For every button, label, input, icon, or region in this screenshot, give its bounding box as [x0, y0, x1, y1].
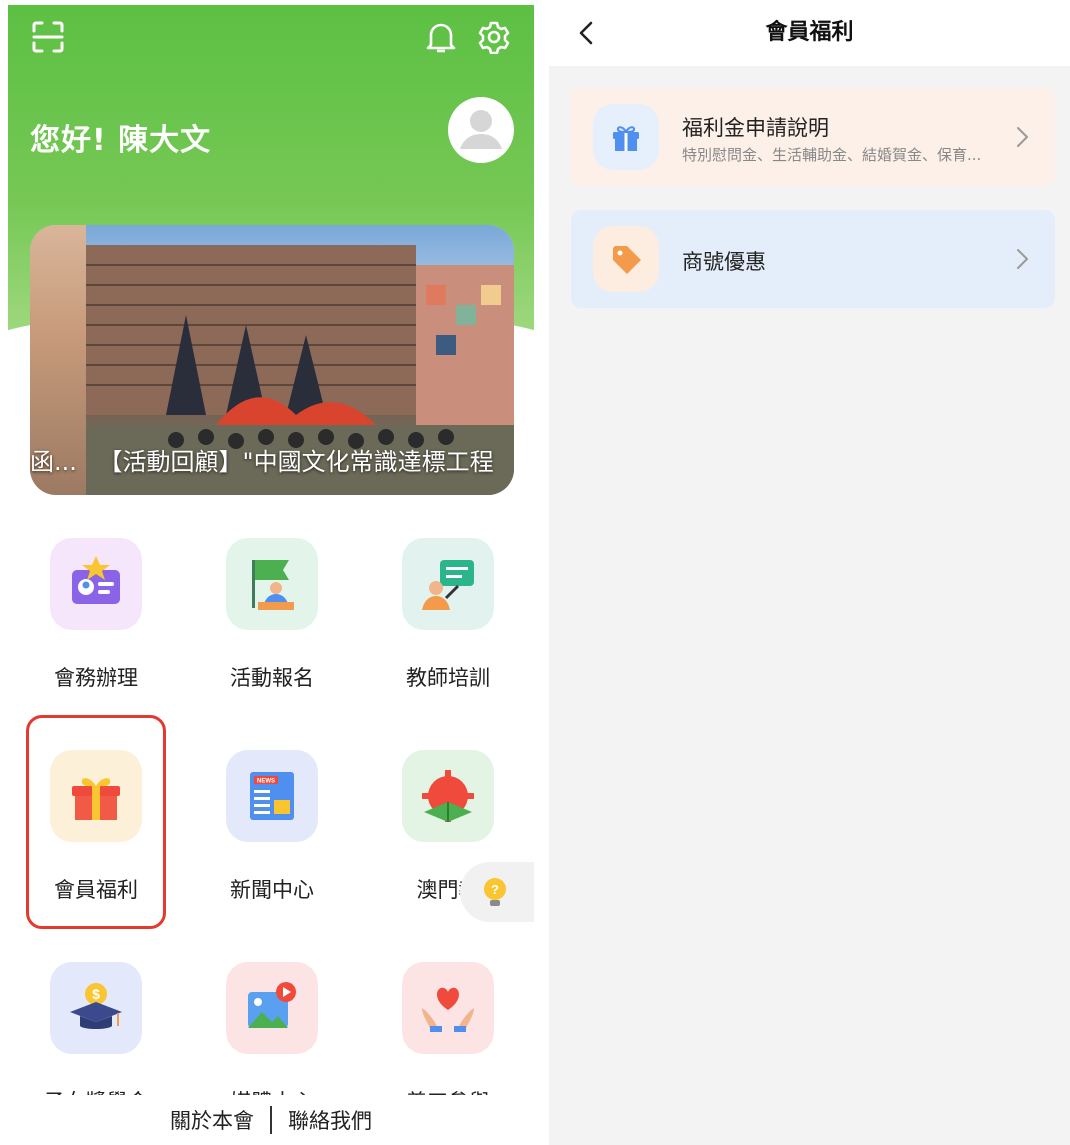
user-avatar-icon: [460, 110, 502, 149]
highlight-box: [26, 715, 166, 929]
help-tip-button[interactable]: ?: [460, 862, 534, 922]
scan-icon[interactable]: [28, 17, 68, 57]
grid-item-label: 教師培訓: [406, 666, 490, 690]
banner-carousel[interactable]: 函... 【活動回顧】"中國文化常識達標工程: [30, 225, 514, 495]
contact-link[interactable]: 聯絡我們: [288, 1105, 372, 1135]
banner-caption-prev: 函...: [30, 448, 77, 476]
settings-gear-icon[interactable]: [474, 17, 514, 57]
svg-text:$: $: [92, 986, 100, 1002]
book-gear-icon: [402, 750, 494, 842]
bell-icon[interactable]: [421, 17, 461, 57]
benefit-card-title: 商號優惠: [682, 250, 766, 274]
banner-caption: 函... 【活動回顧】"中國文化常識達標工程: [30, 442, 514, 477]
media-image-icon: [226, 962, 318, 1054]
tag-icon: [593, 226, 659, 292]
grid-item-label: 活動報名: [230, 666, 314, 690]
graduation-cap-icon: $: [50, 962, 142, 1054]
about-link[interactable]: 關於本會: [170, 1105, 254, 1135]
grid-item-label: 新聞中心: [230, 878, 314, 902]
benefit-card-title: 福利金申請說明: [682, 116, 829, 140]
benefit-card-welfare[interactable]: 福利金申請說明 特別慰問金、生活輔助金、結婚賀金、保育...: [571, 88, 1055, 186]
greeting-text: 您好! 陳大文: [30, 123, 212, 158]
flag-presenter-icon: [226, 538, 318, 630]
grid-item-teacher-training[interactable]: 教師培訓: [373, 538, 523, 708]
benefit-card-merchant-discounts[interactable]: 商號優惠: [571, 210, 1055, 308]
avatar[interactable]: [448, 97, 514, 163]
lightbulb-icon: ?: [484, 878, 506, 906]
nav-bar: 會員福利: [549, 0, 1070, 66]
grid-item-news-center[interactable]: NEWS 新聞中心: [197, 750, 347, 920]
chevron-right-icon: [1017, 249, 1028, 269]
chevron-right-icon: [1017, 127, 1028, 147]
member-card-icon: [50, 538, 142, 630]
grid-item-event-signup[interactable]: 活動報名: [197, 538, 347, 708]
footer-links: 關於本會 聯絡我們: [8, 1095, 534, 1145]
benefits-screen: 會員福利 福利金申請說明 特別慰問金、生活輔助金、結婚賀金、保育... 商號優惠: [549, 0, 1070, 1145]
svg-text:NEWS: NEWS: [257, 779, 275, 785]
back-button[interactable]: [571, 16, 601, 50]
home-screen: 您好! 陳大文 函... 【活動回顧】"中國文化常識達標工程 會務辦理 活動報名…: [8, 5, 534, 1145]
grid-item-label: 會務辦理: [54, 666, 138, 690]
news-icon: NEWS: [226, 750, 318, 842]
chevron-left-icon: [579, 21, 593, 45]
gift-icon: [593, 104, 659, 170]
svg-text:?: ?: [491, 882, 499, 897]
heart-hands-icon: [402, 962, 494, 1054]
benefit-card-subtitle: 特別慰問金、生活輔助金、結婚賀金、保育...: [682, 146, 982, 164]
footer-divider: [270, 1106, 272, 1134]
grid-item-membership[interactable]: 會務辦理: [21, 538, 171, 708]
teacher-board-icon: [402, 538, 494, 630]
page-title: 會員福利: [765, 20, 854, 45]
banner-caption-current: 【活動回顧】"中國文化常識達標工程: [98, 448, 494, 476]
